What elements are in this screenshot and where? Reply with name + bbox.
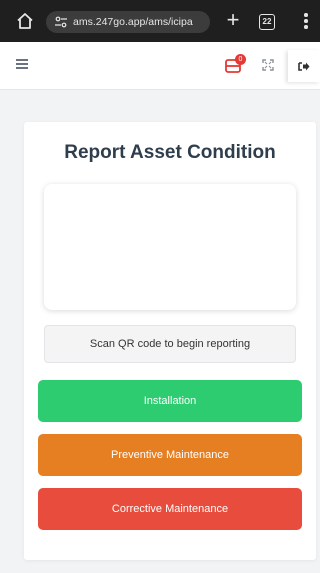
tab-count: 22	[262, 17, 272, 26]
new-tab-button[interactable]: +	[222, 9, 244, 33]
corrective-maintenance-button[interactable]: Corrective Maintenance	[38, 488, 302, 530]
app-header: 0	[0, 42, 320, 90]
report-card: Report Asset Condition Scan QR code to b…	[24, 122, 316, 560]
more-vertical-icon[interactable]	[303, 13, 309, 31]
notifications-button[interactable]: 0	[225, 54, 247, 74]
tune-icon[interactable]	[54, 15, 68, 29]
browser-toolbar: ams.247go.app/ams/icipa + 22	[0, 0, 320, 42]
url-text: ams.247go.app/ams/icipa	[73, 16, 193, 28]
logout-button[interactable]	[288, 50, 320, 82]
scan-status-message: Scan QR code to begin reporting	[44, 325, 296, 363]
hamburger-icon[interactable]	[16, 59, 28, 69]
fullscreen-button[interactable]	[262, 58, 274, 71]
notification-badge: 0	[235, 54, 246, 65]
installation-button[interactable]: Installation	[38, 380, 302, 422]
tab-switcher-icon[interactable]: 22	[259, 14, 275, 30]
qr-scanner-area[interactable]	[44, 184, 296, 310]
page-title: Report Asset Condition	[64, 142, 276, 163]
address-bar[interactable]: ams.247go.app/ams/icipa	[46, 11, 210, 33]
home-button[interactable]	[14, 10, 36, 32]
plus-icon: +	[226, 7, 240, 32]
preventive-maintenance-button[interactable]: Preventive Maintenance	[38, 434, 302, 476]
expand-icon	[262, 59, 274, 71]
sign-out-icon	[298, 61, 310, 71]
home-icon	[17, 13, 33, 29]
